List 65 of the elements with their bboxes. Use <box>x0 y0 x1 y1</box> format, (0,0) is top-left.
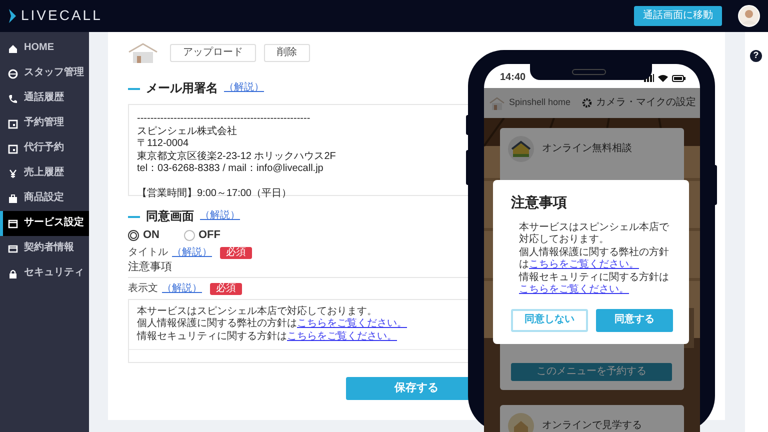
field-label: 表示文 <box>128 283 158 296</box>
speaker-icon <box>572 69 606 75</box>
home-icon <box>8 44 18 54</box>
help-link[interactable]: （解説） <box>224 82 264 95</box>
sidebar-item[interactable]: サービス設定 <box>0 211 89 236</box>
signature-line: 東京都文京区後楽2-23-12 ホリックハウス2F <box>137 150 336 163</box>
delete-button[interactable]: 削除 <box>264 44 310 62</box>
house-icon <box>508 136 534 162</box>
heading-rule <box>128 88 140 90</box>
sidebar-item[interactable]: 予約管理 <box>0 111 89 136</box>
sidebar-item[interactable]: セキュリティ <box>0 261 89 286</box>
radio-label: OFF <box>198 229 220 243</box>
logo: LIVECALL <box>21 7 102 25</box>
sidebar-item[interactable]: スタッフ管理 <box>0 61 89 86</box>
signature-line: 〒112-0004 <box>137 138 189 150</box>
sidebar-item[interactable]: 商品設定 <box>0 186 89 211</box>
modal-title: 注意事項 <box>511 194 568 212</box>
status-time: 14:40 <box>500 72 526 84</box>
logo-icon <box>8 8 17 24</box>
menu-title: オンラインで見学する <box>542 420 642 432</box>
radio-button[interactable] <box>128 230 139 242</box>
heading-rule <box>128 216 140 218</box>
link[interactable]: こちらをご覧ください。 <box>297 318 407 329</box>
sidebar-item[interactable]: 代行予約 <box>0 136 89 161</box>
sidebar-item[interactable]: HOME <box>0 36 89 61</box>
avatar[interactable] <box>738 5 760 27</box>
house-icon <box>489 96 505 110</box>
text-line: 個人情報保護に関する弊社の方針はこちらをご覧ください。 <box>137 318 407 330</box>
sidebar-item[interactable]: 売上履歴 <box>0 161 89 186</box>
briefcase-icon <box>8 194 18 204</box>
menu-title: オンライン無料相談 <box>542 142 632 156</box>
signature-line: ---------------------------------------------------- <box>137 113 310 126</box>
link[interactable]: こちらをご覧ください。 <box>519 284 629 295</box>
section-heading: 同意画面 <box>146 209 194 224</box>
required-badge: 必須 <box>210 283 242 296</box>
calendar-icon <box>8 118 18 128</box>
radio-label: ON <box>143 229 160 243</box>
calendar-icon <box>8 144 18 154</box>
help-link[interactable]: （解説） <box>162 283 202 296</box>
signature-line: スピンシェル株式会社 <box>137 126 237 138</box>
help-icon[interactable]: ? <box>750 50 762 62</box>
link[interactable]: こちらをご覧ください。 <box>529 259 639 270</box>
text-line: 本サービスはスピンシェル本店で対応しております。 <box>137 306 377 318</box>
link[interactable]: こちらをご覧ください。 <box>287 330 397 342</box>
wifi-icon <box>658 74 668 82</box>
required-badge: 必須 <box>220 247 252 259</box>
section-heading: メール用署名 <box>146 81 218 96</box>
sidebar-item[interactable]: 契約者情報 <box>0 236 89 261</box>
yen-icon <box>8 168 18 178</box>
upload-button[interactable]: アップロード <box>170 44 256 62</box>
radio-button[interactable] <box>184 230 194 242</box>
battery-icon <box>672 74 686 82</box>
sidebar-item[interactable]: 通話履歴 <box>0 86 89 111</box>
signature-line: tel：03-6268-8383 / mail：info@livecall.jp <box>137 163 324 176</box>
house-icon <box>128 42 158 64</box>
text-line: 情報セキュリティに関する方針はこちらをご覧ください。 <box>137 330 397 343</box>
help-link[interactable]: （解説） <box>200 210 240 223</box>
help-link[interactable]: （解説） <box>172 246 212 260</box>
lock-icon <box>8 268 18 278</box>
card-icon <box>8 244 18 254</box>
phone-icon <box>8 94 18 104</box>
text-line: 本サービスはスピンシェル本店で対応しております。 <box>519 222 670 246</box>
field-label: タイトル <box>128 246 168 260</box>
window-icon <box>8 218 18 228</box>
house-icon <box>508 413 534 432</box>
